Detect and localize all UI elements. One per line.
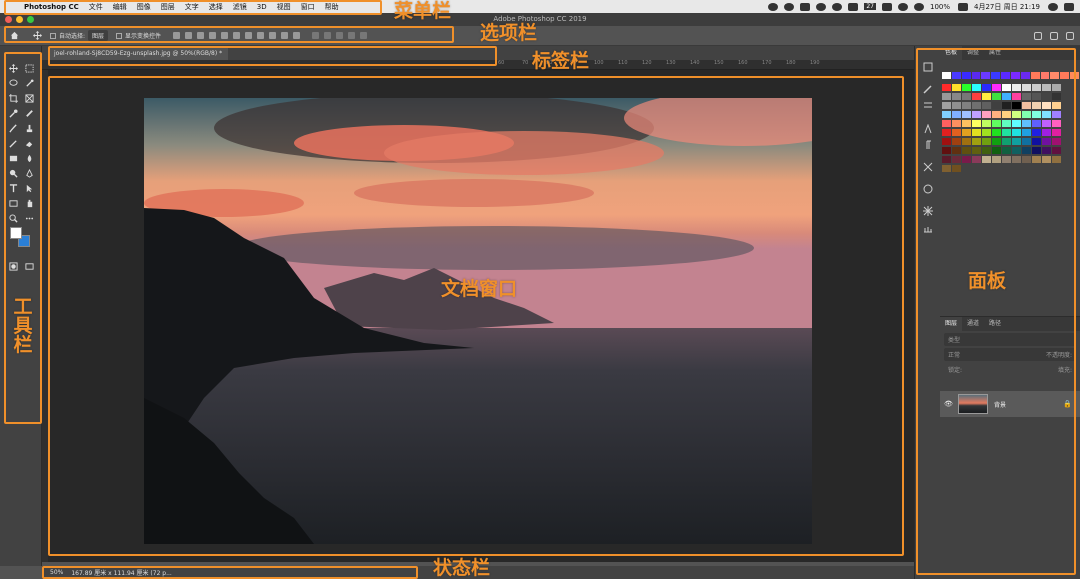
annotation-box-document [48,76,904,556]
annotation-label-statusbar: 状态栏 [433,557,491,579]
annotation-label-panels: 面板 [968,270,1007,292]
tray-icon-2[interactable] [784,2,795,11]
tray-icon-4[interactable] [816,2,827,11]
tray-icon-6[interactable] [848,2,859,11]
ruler-tick: 100 [594,60,604,66]
annotation-label-tabbar: 标签栏 [532,50,590,72]
ruler-tick: 150 [714,60,724,66]
options-right-icons [1034,31,1074,40]
annotation-label-toolbar: 工具栏 [13,296,33,356]
ruler-tick: 60 [498,60,505,66]
share-icon[interactable] [1066,31,1074,40]
annotation-label-options: 选项栏 [480,22,538,44]
foreground-color-swatch[interactable] [10,227,22,239]
ruler-tick: 130 [666,60,676,66]
ruler-tick: 190 [810,60,820,66]
ruler-tick: 160 [738,60,748,66]
tray-icon-3[interactable] [800,2,811,11]
annotation-label-menubar: 菜单栏 [394,0,452,22]
ruler-tick: 110 [618,60,628,66]
status-menu-icons: 27 100% 4月27日 周日 21:19 [768,0,1080,13]
ruler-tick: 70 [522,60,529,66]
bluetooth-icon[interactable] [898,2,908,11]
ruler-tick: 170 [762,60,772,66]
wifi-icon[interactable] [914,2,924,11]
battery-icon[interactable] [958,2,969,11]
calendar-badge[interactable]: 27 [864,3,876,10]
tray-icon-1[interactable] [768,2,779,11]
annotation-box-options [4,26,454,43]
menubar-clock[interactable]: 4月27日 周日 21:19 [974,2,1040,12]
window-title: Adobe Photoshop CC 2019 [493,15,587,23]
tray-icon-5[interactable] [832,2,843,11]
ruler-tick: 140 [690,60,700,66]
tray-icon-7[interactable] [882,2,892,11]
workspace-icon[interactable] [1050,31,1058,40]
ruler-tick: 180 [786,60,796,66]
ruler-tick: 120 [642,60,652,66]
search-icon[interactable] [1034,31,1042,40]
annotation-box-panels [916,48,1076,575]
control-center-icon[interactable] [1064,2,1074,11]
annotation-box-statusbar [42,566,418,579]
annotation-box-menubar [4,0,382,15]
annotation-label-document: 文档窗口 [441,278,518,300]
battery-percent: 100% [930,2,951,11]
annotation-box-tabbar [48,46,497,66]
siri-icon[interactable] [1048,2,1058,11]
